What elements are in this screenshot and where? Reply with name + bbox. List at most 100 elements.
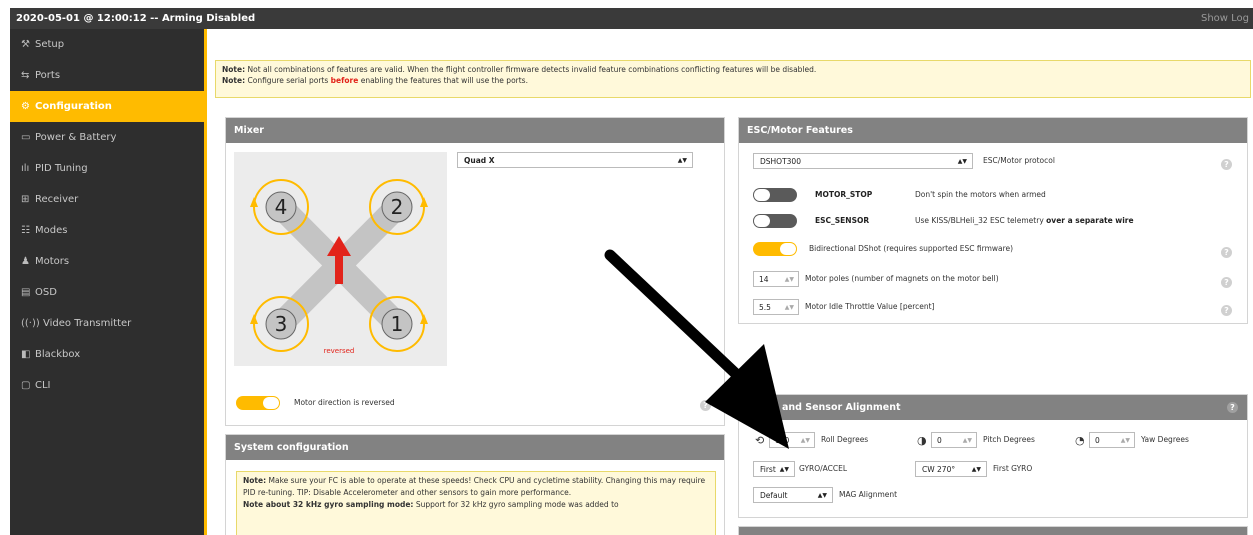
wrench-icon: ⚒ xyxy=(21,39,30,50)
status-bar: 2020-05-01 @ 12:00:12 -- Arming Disabled… xyxy=(10,8,1253,29)
gyro-alignment-label: First GYRO xyxy=(993,464,1033,473)
gyro-alignment-value: CW 270° xyxy=(922,465,956,474)
gyro-select-value: First xyxy=(760,465,776,474)
cli-icon: ▢ xyxy=(21,380,31,391)
motor-label-2: 2 xyxy=(391,195,404,219)
gyro-label: GYRO/ACCEL xyxy=(799,464,848,473)
esc-sensor-desc-text: Use KISS/BLHeli_32 ESC telemetry xyxy=(915,216,1044,225)
yaw-input[interactable]: 0 ▲▼ xyxy=(1089,432,1135,448)
yaw-value: 0 xyxy=(1095,436,1100,445)
mixer-title: Mixer xyxy=(226,118,724,143)
mixer-type-select[interactable]: Quad X ▲▼ xyxy=(457,152,693,168)
sidebar-item-video-transmitter[interactable]: ((·)) Video Transmitter xyxy=(10,308,204,339)
note-text: Make sure your FC is able to operate at … xyxy=(243,476,706,497)
esc-sensor-name: ESC_SENSOR xyxy=(815,216,870,225)
mag-alignment-label: MAG Alignment xyxy=(839,490,898,499)
note-label: Note: xyxy=(222,76,246,85)
note-label: Note: xyxy=(243,476,267,485)
pitch-input[interactable]: 0 ▲▼ xyxy=(931,432,977,448)
blackbox-icon: ◧ xyxy=(21,349,31,360)
esc-protocol-value: DSHOT300 xyxy=(760,157,801,166)
mag-alignment-value: Default xyxy=(760,491,788,500)
yaw-icon: ◔ xyxy=(1075,434,1085,447)
app-window: 2020-05-01 @ 12:00:12 -- Arming Disabled… xyxy=(10,8,1253,535)
annotation-arrow xyxy=(604,249,789,449)
esc-sensor-desc-bold: over a separate wire xyxy=(1046,216,1134,225)
sidebar-item-label: Motors xyxy=(35,256,70,267)
modes-icon: ☷ xyxy=(21,225,30,236)
sidebar-item-label: Configuration xyxy=(35,101,112,112)
esc-motor-title: ESC/Motor Features xyxy=(739,118,1247,143)
note-label: Note about 32 kHz gyro sampling mode: xyxy=(243,500,414,509)
select-arrow-icon: ▲▼ xyxy=(817,492,827,499)
sidebar-item-power-battery[interactable]: ▭ Power & Battery xyxy=(10,122,204,153)
next-panel xyxy=(738,526,1248,535)
motor-label-4: 4 xyxy=(275,195,288,219)
motor-label-3: 3 xyxy=(275,312,288,336)
sidebar-item-blackbox[interactable]: ◧ Blackbox xyxy=(10,339,204,370)
sidebar-item-receiver[interactable]: ⊞ Receiver xyxy=(10,184,204,215)
mag-alignment-select[interactable]: Default ▲▼ xyxy=(753,487,833,503)
bidirectional-dshot-label: Bidirectional DShot (requires supported … xyxy=(809,244,1014,253)
motor-label-1: 1 xyxy=(391,312,404,336)
sidebar-item-label: Ports xyxy=(35,70,61,81)
motor-stop-name: MOTOR_STOP xyxy=(815,190,873,199)
select-arrow-icon: ▲▼ xyxy=(677,157,687,164)
motor-stop-label: MOTOR_STOP xyxy=(815,190,872,199)
esc-protocol-select[interactable]: DSHOT300 ▲▼ xyxy=(753,153,973,169)
note-text: Support for 32 kHz gyro sampling mode wa… xyxy=(415,500,619,509)
motor-stop-desc: Don't spin the motors when armed xyxy=(915,190,1046,199)
esc-sensor-toggle[interactable] xyxy=(753,214,797,228)
pitch-icon: ◑ xyxy=(917,434,927,447)
help-icon[interactable]: ? xyxy=(1221,159,1232,170)
help-icon[interactable]: ? xyxy=(1221,247,1232,258)
status-title: 2020-05-01 @ 12:00:12 -- Arming Disabled xyxy=(16,13,256,24)
sidebar-item-modes[interactable]: ☷ Modes xyxy=(10,215,204,246)
help-icon[interactable]: ? xyxy=(1227,402,1238,413)
select-arrow-icon: ▲▼ xyxy=(971,466,981,473)
sidebar-item-label: CLI xyxy=(35,380,51,391)
yaw-label: Yaw Degrees xyxy=(1141,435,1189,444)
receiver-icon: ⊞ xyxy=(21,194,30,205)
osd-icon: ▤ xyxy=(21,287,31,298)
sidebar-item-label: Receiver xyxy=(35,194,79,205)
help-icon[interactable]: ? xyxy=(1221,277,1232,288)
motor-direction-toggle[interactable] xyxy=(236,396,280,410)
sidebar: ⚒ Setup ⇆ Ports ⚙ Configuration ▭ Power & Ba… xyxy=(10,29,204,535)
main-content: Note: Not all combinations of features a… xyxy=(207,29,1253,535)
sidebar-item-cli[interactable]: ▢ CLI xyxy=(10,370,204,401)
sidebar-item-label: OSD xyxy=(35,287,57,298)
sidebar-item-osd[interactable]: ▤ OSD xyxy=(10,277,204,308)
pitch-label: Pitch Degrees xyxy=(983,435,1035,444)
note-emphasis: before xyxy=(330,76,359,85)
sidebar-item-motors[interactable]: ♟ Motors xyxy=(10,246,204,277)
note-label: Note: xyxy=(222,65,246,74)
sidebar-item-label: Setup xyxy=(35,39,65,50)
mixer-diagram: 4 2 3 1 reversed xyxy=(234,152,447,366)
gyro-alignment-select[interactable]: CW 270° ▲▼ xyxy=(915,461,987,477)
motor-icon: ♟ xyxy=(21,256,30,267)
note-text: enabling the features that will use the … xyxy=(360,76,528,85)
motor-direction-label: Motor direction is reversed xyxy=(294,398,395,407)
esc-protocol-label: ESC/Motor protocol xyxy=(983,156,1055,165)
motor-poles-label: Motor poles (number of magnets on the mo… xyxy=(805,274,999,283)
select-arrow-icon: ▲▼ xyxy=(957,158,967,165)
battery-icon: ▭ xyxy=(21,132,31,143)
note-text: Not all combinations of features are val… xyxy=(247,65,817,74)
spinner-icon: ▲▼ xyxy=(962,437,972,444)
show-log-link[interactable]: Show Log xyxy=(1201,8,1249,29)
esc-sensor-label: ESC_SENSOR xyxy=(815,216,869,225)
sidebar-item-label: Video Transmitter xyxy=(43,318,132,329)
motor-stop-toggle[interactable] xyxy=(753,188,797,202)
note-text: Configure serial ports xyxy=(247,76,329,85)
sidebar-item-configuration[interactable]: ⚙ Configuration xyxy=(10,91,204,122)
sidebar-item-setup[interactable]: ⚒ Setup xyxy=(10,29,204,60)
sidebar-item-label: Power & Battery xyxy=(35,132,117,143)
mixer-type-value: Quad X xyxy=(464,156,495,165)
next-panel-header xyxy=(739,527,1247,535)
sidebar-item-ports[interactable]: ⇆ Ports xyxy=(10,60,204,91)
help-icon[interactable]: ? xyxy=(1221,305,1232,316)
spinner-icon: ▲▼ xyxy=(1120,437,1130,444)
sidebar-item-pid-tuning[interactable]: ılı PID Tuning xyxy=(10,153,204,184)
ports-icon: ⇆ xyxy=(21,70,30,81)
